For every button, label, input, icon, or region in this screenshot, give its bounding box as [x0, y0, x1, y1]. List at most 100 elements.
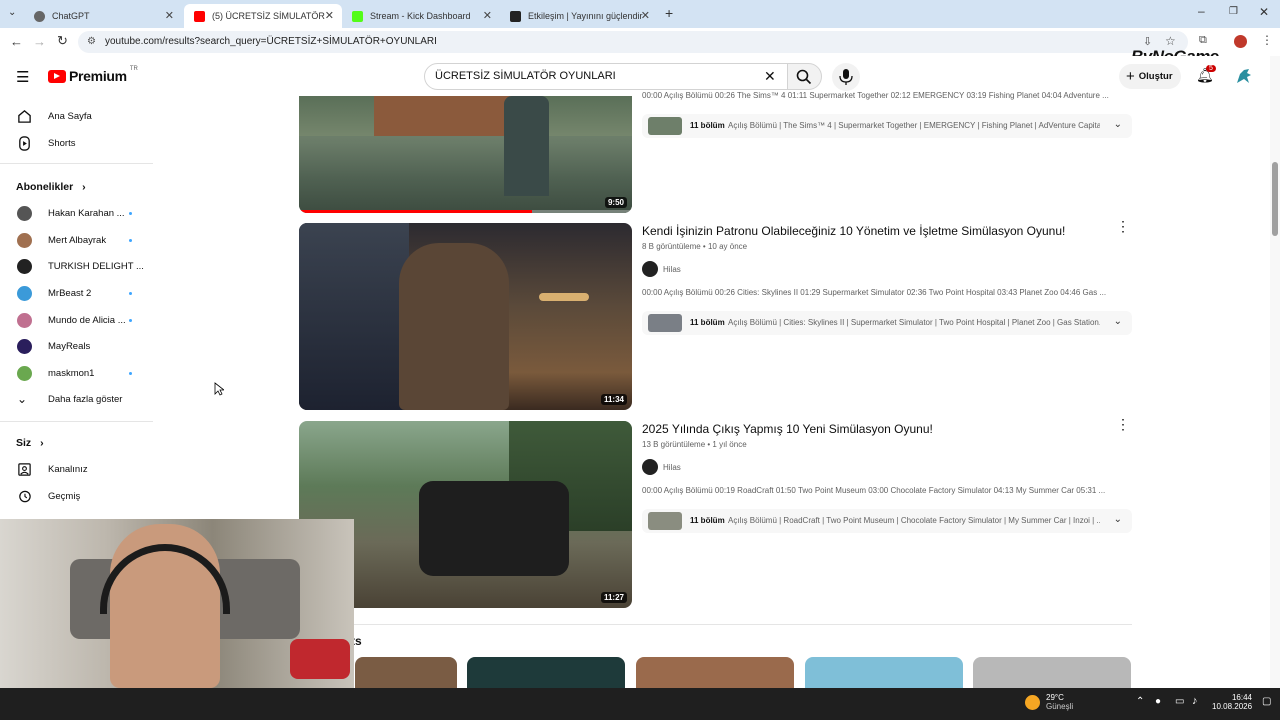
sidebar-item-label: Shorts — [48, 137, 76, 149]
close-tab-icon[interactable]: ✕ — [165, 9, 174, 22]
video-description: 00:00 Açılış Bölümü 00:26 Cities: Skylin… — [642, 288, 1107, 297]
search-input[interactable]: ÜCRETSİZ SİMULATÖR OYUNLARI ✕ — [424, 63, 788, 90]
chapters-panel[interactable]: 11 bölüm Açılış Bölümü | The Sims™ 4 | S… — [642, 114, 1132, 138]
extensions-icon[interactable]: ⧉ — [1199, 34, 1207, 47]
sidebar-item-subscription[interactable]: maskmon1 — [0, 361, 150, 385]
video-thumbnail[interactable]: 9:50 — [299, 96, 632, 213]
tab-list-icon[interactable]: ⌄ — [8, 7, 16, 18]
subscriptions-heading[interactable]: Abonelikler › — [16, 181, 86, 193]
tab-chatgpt[interactable]: ChatGPT ✕ — [24, 4, 182, 28]
close-tab-icon[interactable]: ✕ — [641, 9, 650, 22]
sidebar-divider — [0, 163, 153, 164]
notification-center-icon[interactable]: ▢ — [1262, 696, 1271, 707]
sidebar-item-subscription[interactable]: MrBeast 2 — [0, 281, 150, 305]
guide-menu-icon[interactable]: ☰ — [16, 68, 29, 86]
section-divider — [299, 624, 1132, 625]
account-avatar[interactable] — [1234, 66, 1254, 86]
chevron-down-icon[interactable]: ⌄ — [1114, 316, 1122, 327]
reload-icon[interactable]: ↻ — [57, 33, 68, 49]
channel-name: Hilas — [663, 264, 681, 274]
short-thumbnail[interactable] — [973, 657, 1131, 688]
video-title[interactable]: 2025 Yılında Çıkış Yapmış 10 Yeni Simüla… — [642, 422, 933, 436]
channel-avatar — [17, 312, 32, 328]
sidebar-item-subscription[interactable]: TURKISH DELIGHT ... — [0, 254, 150, 278]
sidebar-item-subscription[interactable]: Mert Albayrak — [0, 228, 150, 252]
more-options-icon[interactable]: ⋮ — [1116, 417, 1130, 431]
browser-menu-icon[interactable]: ⋮ — [1261, 33, 1273, 47]
weather-desc: Güneşli — [1046, 702, 1074, 711]
chapters-panel[interactable]: 11 bölüm Açılış Bölümü | Cities: Skyline… — [642, 311, 1132, 335]
microphone-icon — [839, 69, 853, 85]
sidebar-item-label: Geçmiş — [48, 490, 81, 502]
video-description: 00:00 Açılış Bölümü 00:19 RoadCraft 01:5… — [642, 486, 1106, 495]
search-button[interactable] — [787, 63, 822, 90]
create-button[interactable]: + Oluştur — [1119, 64, 1181, 89]
channel-avatar — [17, 232, 32, 248]
channel-link[interactable]: Hilas — [642, 459, 681, 475]
video-thumbnail[interactable]: 11:34 — [299, 223, 632, 410]
channel-avatar — [17, 258, 32, 274]
new-content-dot — [129, 319, 132, 322]
sidebar-item-home[interactable]: Ana Sayfa — [0, 104, 150, 128]
channel-name: Hilas — [663, 462, 681, 472]
forward-icon[interactable]: → — [33, 34, 46, 49]
plus-icon: + — [1126, 68, 1135, 85]
short-thumbnail[interactable] — [636, 657, 794, 688]
close-tab-icon[interactable]: ✕ — [483, 9, 492, 22]
tab-etkilesim[interactable]: Etkileşim | Yayınını güçlendirme ✕ — [500, 4, 658, 28]
more-options-icon[interactable]: ⋮ — [1116, 219, 1130, 233]
chevron-down-icon[interactable]: ⌄ — [1114, 119, 1122, 130]
sidebar-item-your-channel[interactable]: Kanalınız — [0, 457, 150, 481]
minimize-icon[interactable]: – — [1198, 4, 1205, 18]
chapter-thumbnail — [648, 117, 682, 135]
network-icon[interactable]: ▭ — [1175, 696, 1184, 707]
short-thumbnail[interactable] — [467, 657, 625, 688]
tray-chevron-icon[interactable]: ⌃ — [1136, 696, 1144, 707]
youtube-premium-logo[interactable]: Premium TR — [48, 66, 138, 84]
sidebar-item-history[interactable]: Geçmiş — [0, 484, 150, 508]
profile-avatar[interactable] — [1234, 35, 1247, 48]
new-tab-icon[interactable]: + — [665, 5, 673, 21]
sidebar-item-shorts[interactable]: Shorts — [0, 131, 150, 155]
channel-avatar — [17, 205, 32, 221]
short-thumbnail[interactable] — [355, 657, 457, 688]
voice-search-button[interactable] — [832, 63, 860, 91]
video-title[interactable]: Kendi İşinizin Patronu Olabileceğiniz 10… — [642, 224, 1065, 238]
url-text: youtube.com/results?search_query=ÜCRETSİ… — [105, 36, 437, 47]
clear-search-icon[interactable]: ✕ — [764, 64, 776, 89]
webcam-pillow-image — [290, 639, 350, 679]
mouse-cursor-icon — [214, 382, 224, 396]
webcam-overlay-image — [0, 519, 354, 688]
sidebar-item-label: Mert Albayrak — [48, 234, 107, 246]
chapters-count: 11 bölüm — [690, 516, 725, 525]
short-thumbnail[interactable] — [805, 657, 963, 688]
scrollbar-thumb[interactable] — [1272, 162, 1278, 236]
chapters-text: Açılış Bölümü | RoadCraft | Two Point Mu… — [728, 516, 1100, 525]
bookmark-star-icon[interactable]: ☆ — [1165, 34, 1176, 48]
you-heading[interactable]: Siz › — [16, 437, 44, 449]
tab-kick[interactable]: Stream - Kick Dashboard ✕ — [342, 4, 500, 28]
supermarket-building-image — [374, 96, 524, 136]
page-scrollbar[interactable] — [1270, 56, 1280, 688]
channel-link[interactable]: Hilas — [642, 261, 681, 277]
notifications-button[interactable]: 🔔︎ 5 — [1196, 65, 1216, 87]
sidebar-item-show-more[interactable]: ⌄ Daha fazla göster — [0, 387, 150, 411]
sidebar-item-label: Ana Sayfa — [48, 110, 92, 122]
clock[interactable]: 16:44 10.08.2026 — [1212, 693, 1252, 711]
sidebar-item-subscription[interactable]: MayReals — [0, 334, 150, 358]
restore-icon[interactable]: ❐ — [1229, 6, 1238, 17]
microphone-tray-icon[interactable]: ● — [1155, 696, 1161, 707]
volume-icon[interactable]: ♪ — [1192, 695, 1198, 707]
sidebar-item-subscription[interactable]: Mundo de Alicia ... — [0, 308, 150, 332]
chevron-down-icon[interactable]: ⌄ — [1114, 514, 1122, 525]
channel-icon — [18, 462, 31, 476]
address-bar[interactable]: ⚙ youtube.com/results?search_query=ÜCRET… — [78, 31, 1188, 53]
back-icon[interactable]: ← — [10, 34, 23, 49]
site-info-icon[interactable]: ⚙ — [87, 31, 96, 53]
weather-widget[interactable]: 29°C Güneşli — [1025, 693, 1073, 711]
close-tab-icon[interactable]: ✕ — [325, 9, 334, 22]
tab-youtube[interactable]: (5) ÜCRETSİZ SİMULATÖR OYUN ✕ — [184, 4, 342, 28]
sidebar-item-subscription[interactable]: Hakan Karahan ... — [0, 201, 150, 225]
close-window-icon[interactable]: ✕ — [1259, 5, 1269, 19]
chapters-panel[interactable]: 11 bölüm Açılış Bölümü | RoadCraft | Two… — [642, 509, 1132, 533]
